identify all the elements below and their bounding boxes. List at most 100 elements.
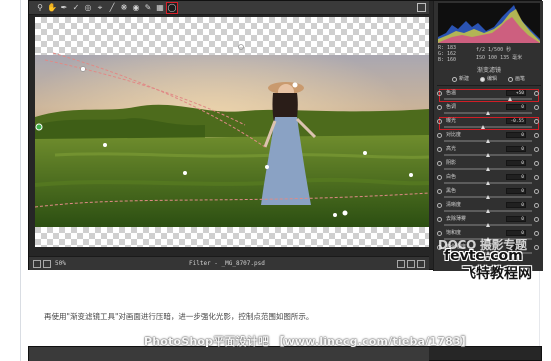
slider-row: 清晰度 0 <box>434 202 544 216</box>
decrease-icon[interactable] <box>437 203 442 208</box>
slider-track[interactable] <box>444 126 532 128</box>
site-banner: PhotoShop平面设计吧 【www.linecg.com/tieba/178… <box>144 335 473 348</box>
slider-thumb[interactable] <box>485 195 490 199</box>
slider-label: 白色 <box>446 174 457 180</box>
slider-thumb[interactable] <box>485 111 490 115</box>
watermark-site-name: 飞特教程网 <box>462 266 532 282</box>
zoom-level[interactable]: 50% <box>55 259 66 268</box>
slider-thumb[interactable] <box>508 97 513 101</box>
decrease-icon[interactable] <box>437 175 442 180</box>
slider-value[interactable]: 0 <box>506 160 526 166</box>
increase-icon[interactable] <box>534 175 539 180</box>
radial-filter-icon[interactable]: ◯ <box>166 2 178 14</box>
adjustment-panel: R: 183 G: 162 B: 160 f/2 1/500 秒 ISO 100… <box>433 1 543 271</box>
slider-label: 阴影 <box>446 160 457 166</box>
iso-info: ISO 100 135 毫米 <box>476 55 523 61</box>
mode-edit-label[interactable]: 编辑 <box>487 75 497 84</box>
slider-label: 去除薄雾 <box>446 216 467 222</box>
slider-value[interactable]: 0 <box>506 104 526 110</box>
decrease-icon[interactable] <box>437 105 442 110</box>
slider-value[interactable]: 0 <box>506 146 526 152</box>
spot-removal-icon[interactable]: ❋ <box>119 3 129 13</box>
watermark-fevte: fevte.com <box>444 248 523 264</box>
slider-label: 高光 <box>446 146 457 152</box>
zoom-in-icon[interactable] <box>43 260 51 268</box>
slider-value[interactable]: 0 <box>506 216 526 222</box>
slider-thumb[interactable] <box>481 125 486 129</box>
increase-icon[interactable] <box>534 105 539 110</box>
slider-thumb[interactable] <box>485 167 490 171</box>
slider-label: 黑色 <box>446 188 457 194</box>
mode-selector: 新建 编辑 画笔 <box>434 75 544 84</box>
slider-row: 黑色 0 <box>434 188 544 202</box>
mode-new-label[interactable]: 新建 <box>459 75 469 84</box>
adjustment-brush-icon[interactable]: ✎ <box>143 3 153 13</box>
before-after-icon[interactable] <box>407 260 415 268</box>
slider-thumb[interactable] <box>485 223 490 227</box>
slider-value[interactable]: +50 <box>506 90 526 96</box>
fullscreen-toggle-icon[interactable] <box>417 3 426 12</box>
view-toggle-icon[interactable] <box>397 260 405 268</box>
increase-icon[interactable] <box>534 133 539 138</box>
increase-icon[interactable] <box>534 189 539 194</box>
file-name: Filter - _MG_8707.psd <box>189 260 265 267</box>
zoom-icon[interactable]: ⚲ <box>35 3 45 13</box>
decrease-icon[interactable] <box>437 119 442 124</box>
slider-row: 阴影 0 <box>434 160 544 174</box>
slider-row: 白色 0 <box>434 174 544 188</box>
panel-title: 渐变滤镜 <box>476 67 501 74</box>
increase-icon[interactable] <box>534 231 539 236</box>
slider-row: 色调 0 <box>434 104 544 118</box>
increase-icon[interactable] <box>534 245 539 250</box>
decrease-icon[interactable] <box>437 161 442 166</box>
tool-bar: ⚲ ✋ ✒ ✓ ◎ ⌖ ╱ ❋ ◉ ✎ ▦ ◯ <box>29 1 429 15</box>
red-eye-icon[interactable]: ◉ <box>131 3 141 13</box>
decrease-icon[interactable] <box>437 147 442 152</box>
slider-thumb[interactable] <box>485 153 490 157</box>
slider-value[interactable]: 0 <box>506 202 526 208</box>
article-caption: 再使用"渐变滤镜工具"对画面进行压暗，进一步强化光影，控制点范围如图所示。 <box>44 312 314 321</box>
white-balance-icon[interactable]: ✒ <box>59 3 69 13</box>
increase-icon[interactable] <box>534 147 539 152</box>
slider-value[interactable]: 0 <box>506 188 526 194</box>
slider-label: 清晰度 <box>446 202 462 208</box>
slider-value[interactable]: 0 <box>506 174 526 180</box>
slider-thumb[interactable] <box>485 139 490 143</box>
mode-edit-radio[interactable] <box>480 77 485 82</box>
increase-icon[interactable] <box>534 91 539 96</box>
slider-row: 高光 0 <box>434 146 544 160</box>
mode-brush-radio[interactable] <box>508 77 513 82</box>
crop-icon[interactable]: ⌖ <box>95 3 105 13</box>
increase-icon[interactable] <box>534 119 539 124</box>
mode-new-radio[interactable] <box>452 77 457 82</box>
slider-track[interactable] <box>444 98 532 100</box>
exposure-info: f/2 1/500 秒 <box>476 47 512 53</box>
camera-raw-screenshot: ⚲ ✋ ✒ ✓ ◎ ⌖ ╱ ❋ ◉ ✎ ▦ ◯ 50% Filter - _MG… <box>28 0 543 271</box>
color-sampler-icon[interactable]: ✓ <box>71 3 81 13</box>
filter-pins <box>52 44 348 216</box>
hand-icon[interactable]: ✋ <box>47 3 57 13</box>
slider-row: 对比度 0 <box>434 132 544 146</box>
decrease-icon[interactable] <box>437 133 442 138</box>
increase-icon[interactable] <box>534 161 539 166</box>
straighten-icon[interactable]: ╱ <box>107 3 117 13</box>
slider-value[interactable]: 0 <box>506 132 526 138</box>
mode-brush-label[interactable]: 画笔 <box>515 75 525 84</box>
zoom-out-icon[interactable] <box>33 260 41 268</box>
increase-icon[interactable] <box>534 217 539 222</box>
increase-icon[interactable] <box>534 203 539 208</box>
rgb-readout: R: 183 G: 162 B: 160 f/2 1/500 秒 ISO 100… <box>438 45 540 65</box>
article-page: ⚲ ✋ ✒ ✓ ◎ ⌖ ╱ ❋ ◉ ✎ ▦ ◯ 50% Filter - _MG… <box>0 0 551 361</box>
slider-label: 色温 <box>446 90 457 96</box>
image-canvas[interactable] <box>35 17 429 247</box>
graduated-filter-icon[interactable]: ▦ <box>155 3 165 13</box>
decrease-icon[interactable] <box>437 91 442 96</box>
slider-thumb[interactable] <box>485 209 490 213</box>
slider-value[interactable]: -0.55 <box>506 118 526 124</box>
histogram-graph <box>438 5 540 43</box>
settings-icon[interactable] <box>417 260 425 268</box>
decrease-icon[interactable] <box>437 189 442 194</box>
targeted-adjust-icon[interactable]: ◎ <box>83 3 93 13</box>
decrease-icon[interactable] <box>437 217 442 222</box>
slider-thumb[interactable] <box>485 181 490 185</box>
